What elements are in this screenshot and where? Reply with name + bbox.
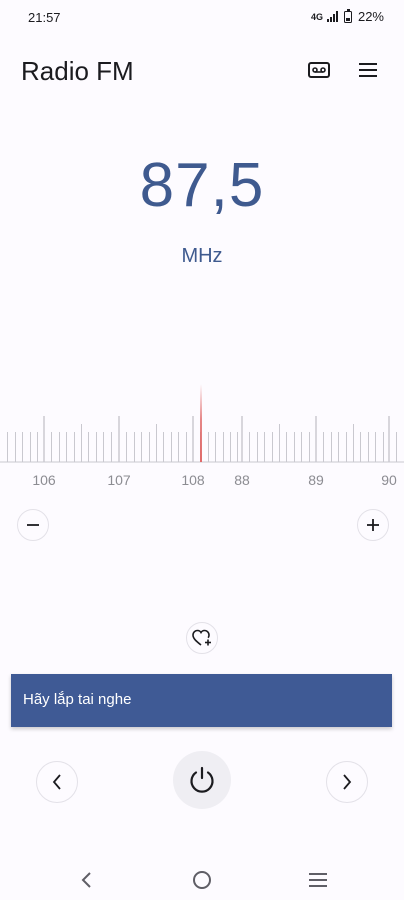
scale-label: 89	[308, 472, 324, 488]
home-icon[interactable]	[190, 868, 214, 892]
plus-icon	[367, 519, 379, 531]
battery-level: 22%	[357, 9, 384, 24]
tuning-dial[interactable]: 106 107 108 88 89 90	[0, 370, 404, 500]
toast-message: Hãy lắp tai nghe	[23, 691, 132, 708]
signal-icon	[326, 11, 338, 22]
battery-icon	[343, 8, 352, 23]
app-title: Radio FM	[21, 56, 134, 86]
step-down-button[interactable]	[17, 509, 49, 541]
chevron-left-icon	[52, 774, 61, 790]
tuning-needle	[200, 384, 202, 462]
next-station-button[interactable]	[326, 761, 368, 803]
power-button[interactable]	[173, 751, 231, 809]
status-bar: 21:57 4G 22%	[0, 0, 404, 34]
headphones-toast: Hãy lắp tai nghe	[11, 674, 392, 727]
minus-icon	[27, 524, 39, 526]
status-indicators: 4G 22%	[310, 8, 384, 24]
chevron-right-icon	[343, 774, 352, 790]
network-type: 4G	[310, 11, 323, 22]
add-favorite-button[interactable]	[186, 622, 218, 654]
frequency-unit: MHz	[181, 245, 223, 267]
back-icon[interactable]	[74, 868, 98, 892]
cassette-icon[interactable]	[305, 56, 333, 84]
scale-label: 90	[381, 472, 397, 488]
scale-label: 108	[181, 472, 205, 488]
status-time: 21:57	[28, 10, 61, 25]
frequency-value: 87,5	[139, 151, 265, 220]
system-navigation-bar	[0, 858, 404, 900]
step-up-button[interactable]	[357, 509, 389, 541]
previous-station-button[interactable]	[36, 761, 78, 803]
scale-label: 107	[107, 472, 131, 488]
scale-label: 88	[234, 472, 250, 488]
power-icon	[190, 766, 214, 793]
hamburger-menu-icon[interactable]	[354, 56, 382, 84]
recents-icon[interactable]	[306, 868, 330, 892]
scale-label: 106	[32, 472, 56, 488]
heart-add-icon	[192, 629, 211, 646]
